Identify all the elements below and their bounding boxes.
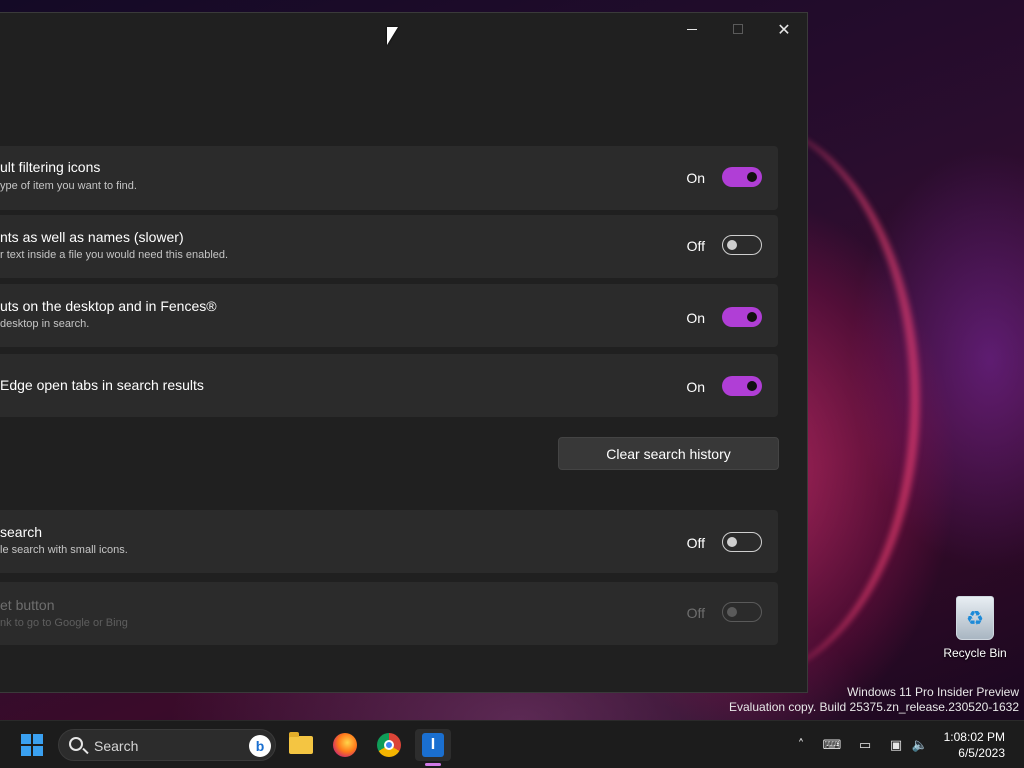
setting-title: ult filtering icons [0,159,101,175]
toggle-knob [727,240,737,250]
network-icon[interactable]: ▣ [886,735,906,755]
toggle-knob [727,537,737,547]
edge-tabs-toggle[interactable] [722,376,762,396]
setting-edge-tabs: Edge open tabs in search results On [0,354,778,417]
setting-title: nts as well as names (slower) [0,229,184,245]
toggle-state-label: On [686,170,705,186]
taskbar-search[interactable]: Search b [58,729,276,761]
taskbar: Search b I ˄ ⌨ ▭ ▣ 🔈 1:08:02 PM 6/5/2023 [0,720,1024,768]
close-button[interactable]: ✕ [761,13,807,45]
setting-description: le search with small icons. [0,544,128,556]
maximize-icon [733,24,743,34]
start-button[interactable] [16,729,48,761]
evaluation-watermark: Windows 11 Pro Insider Preview Evaluatio… [729,685,1019,715]
filtering-icons-toggle[interactable] [722,167,762,187]
close-icon: ✕ [777,19,791,39]
volume-icon[interactable]: 🔈 [910,735,930,755]
clock-time: 1:08:02 PM [943,730,1005,744]
toggle-state-label: On [686,379,705,395]
recycle-bin-label: Recycle Bin [943,646,1007,660]
chevron-up-icon[interactable]: ˄ [791,735,811,755]
folder-icon [289,732,313,754]
setting-description: r text inside a file you would need this… [0,249,229,261]
minimize-icon [687,28,697,30]
windows-logo-icon [21,734,43,756]
mouse-cursor [387,27,398,45]
setting-filtering-icons: ult filtering icons ype of item you want… [0,146,778,210]
desktop-shortcuts-toggle[interactable] [722,307,762,327]
recycle-bin-icon: ♻ [956,596,994,640]
clear-search-history-button[interactable]: Clear search history [558,437,779,470]
maximize-button [715,13,761,45]
chrome-button[interactable] [373,729,405,761]
clock-date: 6/5/2023 [958,746,1005,760]
setting-title: search [0,524,43,540]
toggle-state-label: Off [686,605,705,621]
chrome-icon [377,733,401,757]
toggle-knob [747,312,757,322]
file-explorer-button[interactable] [285,729,317,761]
web-button-toggle [722,602,762,622]
setting-description: nk to go to Google or Bing [0,617,128,629]
recycle-bin[interactable]: ♻ Recycle Bin [940,596,1010,660]
toggle-state-label: On [686,310,705,326]
setting-description: ype of item you want to find. [0,180,137,192]
toggle-knob [747,172,757,182]
watermark-line-1: Windows 11 Pro Insider Preview [847,685,1019,699]
search-icon [69,737,83,751]
taskbar-clock[interactable]: 1:08:02 PM 6/5/2023 [944,729,1005,761]
setting-search-contents: nts as well as names (slower) r text ins… [0,215,778,278]
setting-compact-search: search le search with small icons. Off [0,510,778,573]
setting-web-button: et button nk to go to Google or Bing Off [0,582,778,645]
toggle-knob [747,381,757,391]
compact-search-toggle[interactable] [722,532,762,552]
firefox-button[interactable] [329,729,361,761]
search-contents-toggle[interactable] [722,235,762,255]
setting-desktop-shortcuts: uts on the desktop and in Fences® deskto… [0,284,778,347]
bing-icon[interactable]: b [249,735,271,757]
setting-title: et button [0,597,55,613]
toggle-knob [727,607,737,617]
window-controls: ✕ [669,13,807,45]
display-icon[interactable]: ▭ [855,735,875,755]
active-app-indicator [425,763,441,766]
toggle-state-label: Off [686,535,705,551]
firefox-icon [333,733,357,757]
active-app-button[interactable]: I [415,729,451,761]
search-placeholder: Search [94,738,139,754]
minimize-button[interactable] [669,13,715,45]
setting-title: Edge open tabs in search results [0,377,204,393]
toggle-state-label: Off [686,238,705,254]
setting-title: uts on the desktop and in Fences® [0,298,217,314]
setting-description: desktop in search. [0,318,90,330]
keyboard-icon[interactable]: ⌨ [822,735,842,755]
app-icon: I [422,733,444,757]
watermark-line-2: Evaluation copy. Build 25375.zn_release.… [729,700,1019,714]
